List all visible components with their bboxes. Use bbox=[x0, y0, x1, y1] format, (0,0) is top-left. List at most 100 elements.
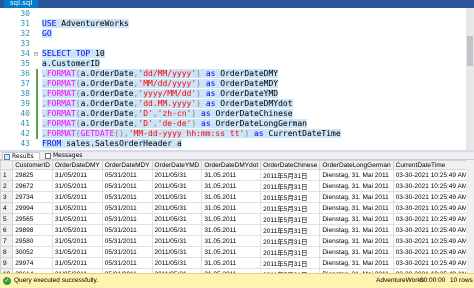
table-row[interactable]: 3 29734 31/05/2011 05/31/2011 2011/05/31 31.0… bbox=[0, 191, 466, 203]
grid-cell[interactable]: 31/05/2011 bbox=[51, 257, 103, 269]
grid-cell[interactable]: 31.05.2011 bbox=[201, 213, 262, 225]
grid-cell[interactable]: 29672 bbox=[12, 180, 53, 192]
grid-cell[interactable]: 03-30-2021 10:25:49 AM bbox=[392, 180, 466, 192]
code-line[interactable]: ,FORMAT(a.OrderDate,'MM/dd/yyyy') as Ord… bbox=[42, 79, 279, 89]
grid-cell[interactable]: 2011/05/31 bbox=[151, 180, 203, 192]
column-header[interactable]: OrderDateDMY bbox=[51, 160, 103, 170]
grid-cell[interactable]: Dienstag, 31. Mai 2011 bbox=[319, 235, 394, 247]
grid-cell[interactable]: Dienstag, 31. Mai 2011 bbox=[319, 213, 394, 225]
grid-cell[interactable]: 03-30-2021 10:25:49 AM bbox=[392, 202, 466, 214]
grid-cell[interactable]: 31/05/2011 bbox=[51, 235, 103, 247]
table-row[interactable]: 1 29825 31/05/2011 05/31/2011 2011/05/31 31.0… bbox=[0, 169, 466, 181]
grid-cell[interactable]: 05/31/2011 bbox=[101, 257, 153, 269]
column-header[interactable]: CurrentDateTime bbox=[392, 160, 466, 170]
column-header[interactable]: OrderDateYMD bbox=[151, 160, 203, 170]
grid-cell[interactable]: 2011年5月31日 bbox=[260, 213, 321, 225]
grid-cell[interactable]: 29734 bbox=[12, 191, 53, 203]
grid-cell[interactable]: 2011/05/31 bbox=[151, 257, 203, 269]
table-row[interactable]: 8 30052 31/05/2011 05/31/2011 2011/05/31 31.0… bbox=[0, 246, 466, 258]
tab-results[interactable]: Results bbox=[2, 152, 40, 160]
grid-cell[interactable]: Dienstag, 31. Mai 2011 bbox=[319, 191, 394, 203]
code-line[interactable]: USE AdventureWorks bbox=[42, 19, 129, 29]
code-line[interactable]: a.CustomerID bbox=[42, 59, 100, 69]
grid-cell[interactable]: 29580 bbox=[12, 235, 53, 247]
editor-vertical-scrollbar[interactable] bbox=[466, 8, 474, 150]
grid-cell[interactable]: 05/31/2011 bbox=[101, 235, 153, 247]
grid-cell[interactable]: 2011年5月31日 bbox=[260, 191, 321, 203]
grid-cell[interactable]: 05/31/2011 bbox=[101, 202, 153, 214]
grid-cell[interactable]: 31/05/2011 bbox=[51, 213, 103, 225]
select-all-corner[interactable] bbox=[0, 160, 14, 170]
row-header[interactable]: 9 bbox=[0, 257, 14, 269]
grid-cell[interactable]: Dienstag, 31. Mai 2011 bbox=[319, 202, 394, 214]
grid-cell[interactable]: 31.05.2011 bbox=[201, 191, 262, 203]
code-line[interactable]: ,FORMAT(a.OrderDate,'yyyy/MM/dd') as Ord… bbox=[42, 89, 279, 99]
grid-cell[interactable]: 31.05.2011 bbox=[201, 202, 262, 214]
table-row[interactable]: 6 29898 31/05/2011 05/31/2011 2011/05/31 31.0… bbox=[0, 224, 466, 236]
table-row[interactable]: 2 29672 31/05/2011 05/31/2011 2011/05/31 31.0… bbox=[0, 180, 466, 192]
grid-cell[interactable]: Dienstag, 31. Mai 2011 bbox=[319, 246, 394, 258]
row-header[interactable]: 1 bbox=[0, 169, 14, 181]
row-header[interactable]: 5 bbox=[0, 213, 14, 225]
grid-cell[interactable]: 30052 bbox=[12, 246, 53, 258]
grid-cell[interactable]: 05/31/2011 bbox=[101, 213, 153, 225]
grid-cell[interactable]: 2011/05/31 bbox=[151, 169, 203, 181]
grid-cell[interactable]: 03-30-2021 10:25:49 AM bbox=[392, 224, 466, 236]
grid-cell[interactable]: 2011年5月31日 bbox=[260, 224, 321, 236]
grid-cell[interactable]: 2011/05/31 bbox=[151, 191, 203, 203]
grid-cell[interactable]: 03-30-2021 10:25:49 AM bbox=[392, 191, 466, 203]
grid-cell[interactable]: 31.05.2011 bbox=[201, 257, 262, 269]
code-line[interactable]: FROM sales.SalesOrderHeader a bbox=[42, 139, 182, 149]
grid-cell[interactable]: 31.05.2011 bbox=[201, 224, 262, 236]
grid-cell[interactable]: 2011/05/31 bbox=[151, 224, 203, 236]
grid-cell[interactable]: 31.05.2011 bbox=[201, 169, 262, 181]
grid-cell[interactable]: 29898 bbox=[12, 224, 53, 236]
grid-cell[interactable]: Dienstag, 31. Mai 2011 bbox=[319, 257, 394, 269]
grid-cell[interactable]: Dienstag, 31. Mai 2011 bbox=[319, 180, 394, 192]
grid-cell[interactable]: 29825 bbox=[12, 169, 53, 181]
row-header[interactable]: 6 bbox=[0, 224, 14, 236]
code-line[interactable]: SELECT TOP 10 bbox=[42, 49, 105, 59]
grid-cell[interactable]: 2011年5月31日 bbox=[260, 246, 321, 258]
grid-cell[interactable]: 2011/05/31 bbox=[151, 202, 203, 214]
grid-cell[interactable]: 03-30-2021 10:25:49 AM bbox=[392, 246, 466, 258]
row-header[interactable]: 8 bbox=[0, 246, 14, 258]
tab-messages[interactable]: Messages bbox=[44, 152, 90, 160]
grid-cell[interactable]: 29994 bbox=[12, 202, 53, 214]
grid-cell[interactable]: 31/05/2011 bbox=[51, 246, 103, 258]
grid-cell[interactable]: 03-30-2021 10:25:49 AM bbox=[392, 257, 466, 269]
results-table[interactable]: CustomerID OrderDateDMY OrderDateMDY OrderD… bbox=[0, 160, 466, 273]
table-row[interactable]: 7 29580 31/05/2011 05/31/2011 2011/05/31 31.0… bbox=[0, 235, 466, 247]
column-header[interactable]: OrderDateDMYdot bbox=[201, 160, 262, 170]
grid-cell[interactable]: 2011年5月31日 bbox=[260, 257, 321, 269]
grid-cell[interactable]: Dienstag, 31. Mai 2011 bbox=[319, 224, 394, 236]
grid-cell[interactable]: 05/31/2011 bbox=[101, 180, 153, 192]
grid-cell[interactable]: 31/05/2011 bbox=[51, 180, 103, 192]
query-editor[interactable]: 30 31 USE AdventureWorks 32 GO 33 34 ⊟ SELECT TO… bbox=[0, 8, 474, 150]
grid-cell[interactable]: 2011/05/31 bbox=[151, 235, 203, 247]
document-tab[interactable]: sql.sql bbox=[4, 0, 39, 8]
column-header[interactable]: OrderDateChinese bbox=[260, 160, 321, 170]
grid-cell[interactable]: 05/31/2011 bbox=[101, 191, 153, 203]
grid-cell[interactable]: 2011年5月31日 bbox=[260, 169, 321, 181]
grid-cell[interactable]: 29974 bbox=[12, 257, 53, 269]
grid-cell[interactable]: 2011年5月31日 bbox=[260, 202, 321, 214]
table-row[interactable]: 4 29994 31/05/2011 05/31/2011 2011/05/31 31.0… bbox=[0, 202, 466, 214]
grid-cell[interactable]: 03-30-2021 10:25:49 AM bbox=[392, 169, 466, 181]
grid-cell[interactable]: 2011年5月31日 bbox=[260, 235, 321, 247]
table-row[interactable]: 9 29974 31/05/2011 05/31/2011 2011/05/31 31.0… bbox=[0, 257, 466, 269]
column-header[interactable]: OrderDateLongGerman bbox=[319, 160, 394, 170]
results-grid[interactable]: CustomerID OrderDateDMY OrderDateMDY OrderD… bbox=[0, 160, 466, 273]
code-line[interactable]: ,FORMAT(a.OrderDate,'D','de-de') as Orde… bbox=[42, 119, 307, 129]
grid-cell[interactable]: 31/05/2011 bbox=[51, 191, 103, 203]
column-header[interactable]: CustomerID bbox=[12, 160, 53, 170]
code-line[interactable]: ,FORMAT(GETDATE(),'MM-dd-yyyy hh:mm:ss t… bbox=[42, 129, 341, 139]
grid-cell[interactable]: 31.05.2011 bbox=[201, 235, 262, 247]
grid-cell[interactable]: 03-30-2021 10:25:49 AM bbox=[392, 213, 466, 225]
grid-cell[interactable]: 2011/05/31 bbox=[151, 246, 203, 258]
grid-cell[interactable]: 31/05/2011 bbox=[51, 202, 103, 214]
grid-cell[interactable]: 29565 bbox=[12, 213, 53, 225]
fold-toggle-icon[interactable]: ⊟ bbox=[32, 49, 40, 59]
grid-cell[interactable]: 2011年5月31日 bbox=[260, 180, 321, 192]
grid-cell[interactable]: 31/05/2011 bbox=[51, 224, 103, 236]
